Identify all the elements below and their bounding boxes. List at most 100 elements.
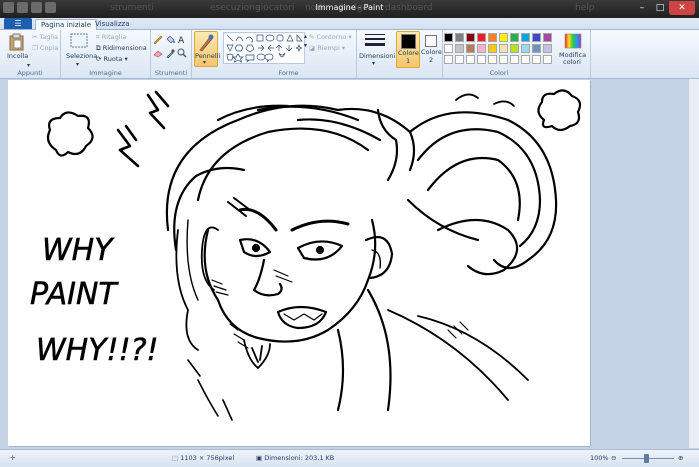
color1-number: 1: [406, 57, 411, 65]
maximize-button[interactable]: □: [651, 1, 669, 15]
shapes-scroll-down-icon[interactable]: ▾: [304, 42, 307, 49]
zoom-out-button[interactable]: ⊖: [611, 454, 616, 462]
palette-swatch[interactable]: [477, 33, 486, 42]
selection-rectangle-icon: [70, 33, 88, 48]
pencil-icon: [153, 35, 163, 45]
color-picker-tool[interactable]: [165, 48, 175, 60]
group-brushes: Pennelli ▾: [192, 30, 220, 78]
group-label: Immagine: [89, 69, 122, 77]
palette-swatch[interactable]: [455, 55, 464, 64]
paint-menu-icon: ☰: [14, 19, 22, 28]
zoom-in-button[interactable]: ⊕: [678, 454, 683, 462]
group-label: Forme: [278, 69, 299, 77]
palette-swatch[interactable]: [444, 55, 453, 64]
zoom-level: 100%: [590, 454, 609, 462]
tab-home[interactable]: Pagina iniziale: [35, 19, 98, 30]
edit-colors-button[interactable]: [564, 33, 582, 51]
color2-swatch: [425, 35, 437, 47]
minimize-button[interactable]: –: [633, 1, 651, 15]
shapes-gallery-icon: [226, 34, 303, 63]
palette-swatch[interactable]: [499, 55, 508, 64]
palette-swatch[interactable]: [510, 55, 519, 64]
eraser-tool[interactable]: [153, 48, 163, 60]
palette-swatch[interactable]: [521, 33, 530, 42]
canvas-text-line-3: WHY!!?!: [36, 333, 159, 368]
fill-button[interactable]: ◪ Riempi ▾: [309, 44, 345, 52]
status-bar: ✛ ⬚ 1103 × 756pixel ▣ Dimensioni: 203,1 …: [0, 449, 699, 467]
file-size-status: ▣ Dimensioni: 203,1 KB: [256, 454, 335, 462]
shapes-scroll-up-icon[interactable]: ▴: [304, 33, 307, 40]
cursor-position-icon: ✛: [10, 454, 16, 462]
shapes-gallery[interactable]: [223, 32, 305, 64]
palette-swatch[interactable]: [466, 44, 475, 53]
smoke-puff-left: [46, 111, 94, 157]
paste-button[interactable]: [9, 33, 25, 53]
palette-swatch[interactable]: [466, 33, 475, 42]
brushes-button[interactable]: Pennelli ▾: [194, 31, 220, 67]
color-wheel-icon: [564, 33, 582, 49]
palette-swatch[interactable]: [521, 44, 530, 53]
size-label: Dimensioni: [359, 52, 396, 60]
palette-swatch[interactable]: [532, 55, 541, 64]
palette-swatch[interactable]: [444, 44, 453, 53]
scissors-icon: ✂: [32, 33, 38, 41]
palette-swatch[interactable]: [499, 44, 508, 53]
group-clipboard: Incolla ▾ ✂ Taglia ❐ Copia Appunti: [0, 30, 61, 78]
copy-button[interactable]: ❐ Copia: [32, 44, 58, 52]
fill-icon: ◪: [309, 44, 316, 52]
palette-swatch[interactable]: [543, 44, 552, 53]
disk-icon: ▣: [256, 454, 263, 462]
vertical-scrollbar[interactable]: [688, 79, 699, 448]
palette-swatch[interactable]: [455, 44, 464, 53]
size-button[interactable]: [365, 33, 385, 51]
edit-colors-label-2: colori: [563, 58, 581, 66]
color1-button[interactable]: Colore 1: [396, 31, 420, 68]
cut-button[interactable]: ✂ Taglia: [32, 33, 58, 41]
outline-button[interactable]: ✎ Contorno ▾: [309, 33, 352, 41]
outline-icon: ✎: [309, 33, 315, 41]
resize-button[interactable]: ⧉ Ridimensiona: [96, 44, 147, 53]
palette-swatch[interactable]: [488, 44, 497, 53]
group-edit-colors: Modifica colori: [556, 30, 591, 78]
palette-swatch[interactable]: [488, 33, 497, 42]
palette-swatch[interactable]: [466, 55, 475, 64]
select-button[interactable]: [70, 33, 88, 51]
image-size-status: ⬚ 1103 × 756pixel: [172, 454, 235, 462]
fill-tool[interactable]: [165, 34, 175, 46]
brushes-dropdown-icon: ▾: [203, 59, 207, 66]
line-thickness-icon: [365, 34, 385, 46]
text-a-icon: A: [178, 36, 185, 46]
palette-swatch[interactable]: [543, 55, 552, 64]
close-button[interactable]: ✕: [669, 1, 695, 15]
paste-dropdown-icon[interactable]: ▾: [27, 62, 30, 69]
palette-swatch[interactable]: [510, 44, 519, 53]
paint-menu-button[interactable]: ☰: [4, 18, 32, 29]
magnifier-tool[interactable]: [177, 48, 187, 60]
tab-view[interactable]: Visualizza: [90, 19, 134, 29]
paint-bucket-icon: [166, 35, 175, 44]
brush-icon: [199, 34, 214, 52]
color2-button[interactable]: Colore 2: [420, 31, 442, 66]
select-dropdown-icon[interactable]: ▾: [76, 61, 79, 68]
ribbon-tabs: ☰ Pagina iniziale Visualizza: [0, 18, 699, 30]
palette-swatch[interactable]: [488, 55, 497, 64]
palette-swatch[interactable]: [532, 44, 541, 53]
palette-swatch[interactable]: [532, 33, 541, 42]
palette-swatch[interactable]: [477, 55, 486, 64]
palette-swatch[interactable]: [444, 33, 453, 42]
text-tool[interactable]: A: [177, 34, 187, 46]
palette-swatch[interactable]: [455, 33, 464, 42]
drawing-canvas[interactable]: WHY PAINT WHY!!?!: [8, 80, 590, 446]
zoom-slider-thumb[interactable]: [644, 454, 649, 463]
palette-swatch[interactable]: [499, 33, 508, 42]
palette-swatch[interactable]: [521, 55, 530, 64]
pencil-tool[interactable]: [153, 34, 163, 46]
ribbon: Incolla ▾ ✂ Taglia ❐ Copia Appunti Selez…: [0, 30, 699, 79]
eyedropper-icon: [166, 49, 175, 59]
crop-button[interactable]: ⌗ Ritaglia: [96, 33, 126, 42]
palette-swatch[interactable]: [510, 33, 519, 42]
rotate-button[interactable]: ⟳ Ruota ▾: [96, 55, 128, 63]
palette-swatch[interactable]: [543, 33, 552, 42]
palette-swatch[interactable]: [477, 44, 486, 53]
group-image: Seleziona ▾ ⌗ Ritaglia ⧉ Ridimensiona ⟳ …: [61, 30, 151, 78]
